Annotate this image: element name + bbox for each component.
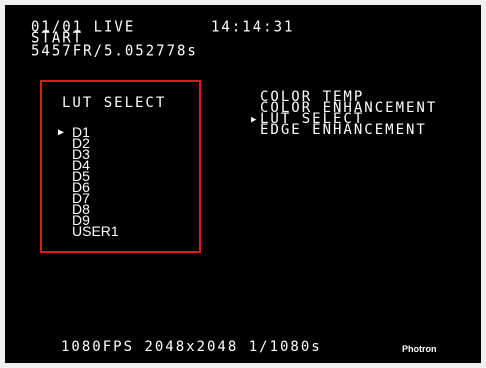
lut-item-user1[interactable]: USER1 [72, 224, 119, 238]
lut-cursor-icon: ▶ [58, 127, 65, 138]
camera-osd-screen: 01/01 LIVE 14:14:31 START 5457FR/5.05277… [5, 5, 481, 363]
clock-readout: 14:14:31 [211, 18, 295, 36]
brand-logo: Photron [402, 344, 437, 354]
lut-select-panel: LUT SELECT ▶ D1 D2 D3 D4 D5 D6 D7 D8 D9 … [40, 80, 201, 253]
menu-item-edge-enhancement[interactable]: EDGE ENHANCEMENT [260, 123, 427, 137]
lut-select-title: LUT SELECT [62, 95, 167, 111]
recording-settings-readout: 1080FPS 2048x2048 1/1080s [61, 339, 322, 355]
menu-cursor-icon: ▶ [251, 115, 257, 125]
frame-time-readout: 5457FR/5.052778s [31, 42, 198, 60]
lut-list: ▶ D1 D2 D3 D4 D5 D6 D7 D8 D9 USER1 [56, 118, 132, 244]
